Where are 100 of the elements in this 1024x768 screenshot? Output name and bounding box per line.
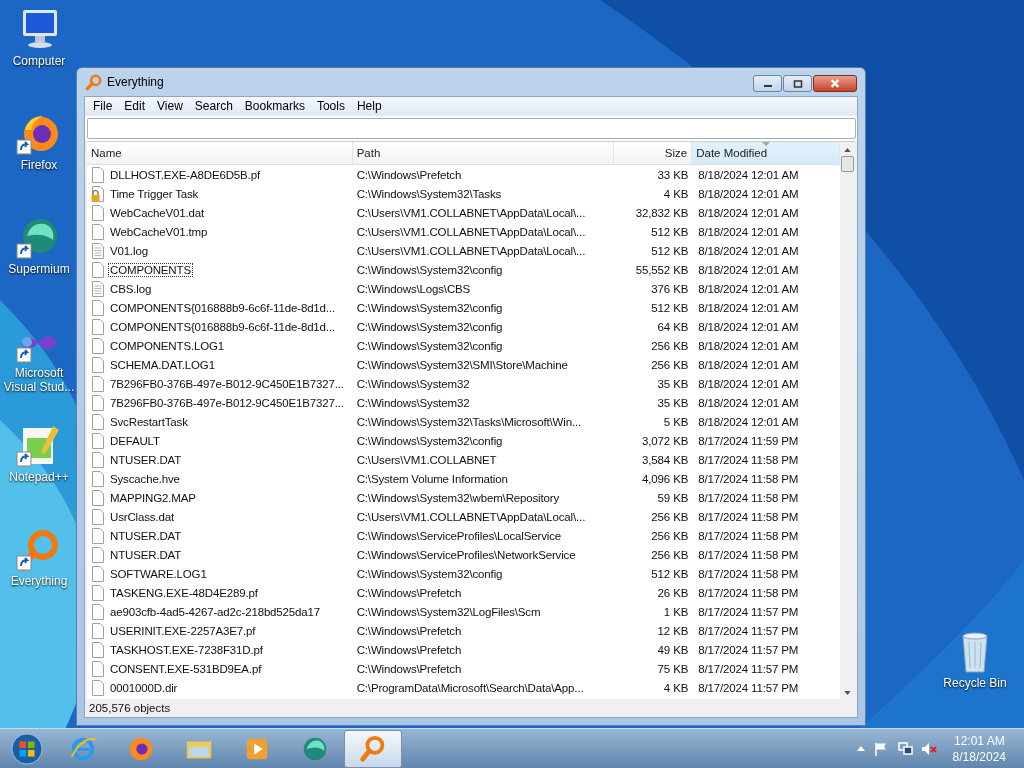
menu-item[interactable]: Search (188, 97, 239, 116)
file-path: C:\Windows\Prefetch (355, 586, 463, 599)
file-path: C:\Windows\System32\config (355, 567, 504, 580)
file-name[interactable]: COMPONENTS.LOG1 (108, 338, 227, 353)
file-name[interactable]: COMPONENTS{016888b9-6c6f-11de-8d1d... (108, 300, 337, 315)
file-icon (91, 489, 105, 506)
file-name[interactable]: CONSENT.EXE-531BD9EA.pf (108, 661, 264, 676)
file-name[interactable]: 7B296FB0-376B-497e-B012-9C450E1B7327... (108, 395, 346, 410)
file-icon (91, 356, 105, 373)
file-icon (91, 679, 105, 696)
file-name[interactable]: NTUSER.DAT (108, 452, 184, 467)
file-icon (91, 527, 105, 544)
file-size: 32,832 KB (634, 206, 690, 219)
date-modified: 8/18/2024 12:01 AM (697, 320, 800, 333)
date-modified: 8/17/2024 11:57 PM (697, 643, 800, 656)
file-icon (91, 223, 105, 240)
date-modified: 8/18/2024 12:01 AM (697, 396, 800, 409)
menu-item[interactable]: Bookmarks (238, 97, 311, 116)
file-icon (91, 603, 105, 620)
menu-item[interactable]: Help (350, 97, 388, 116)
file-icon (91, 394, 105, 411)
column-header[interactable]: Path (352, 142, 615, 164)
file-name[interactable]: WebCacheV01.dat (108, 205, 207, 220)
file-name[interactable]: NTUSER.DAT (108, 547, 184, 562)
date-modified: 8/18/2024 12:01 AM (697, 377, 800, 390)
desktop-icon-label[interactable]: Firefox (1, 158, 77, 172)
file-name[interactable]: COMPONENTS{016888b9-6c6f-11de-8d1d... (108, 319, 337, 334)
date-modified: 8/18/2024 12:01 AM (697, 187, 800, 200)
flag-icon[interactable] (872, 740, 889, 757)
file-name[interactable]: NTUSER.DAT (108, 528, 184, 543)
file-path: C:\Windows\System32\Tasks\Microsoft\Win... (355, 415, 583, 428)
clock-time: 12:01 AM (953, 732, 1005, 749)
file-size: 5 KB (662, 415, 690, 428)
date-modified: 8/17/2024 11:58 PM (697, 529, 800, 542)
file-path: C:\Windows\System32\config (355, 339, 504, 352)
network-icon[interactable] (896, 740, 913, 757)
file-name[interactable]: SCHEMA.DAT.LOG1 (108, 357, 217, 372)
file-size: 4 KB (662, 681, 690, 694)
date-modified: 8/17/2024 11:58 PM (697, 567, 800, 580)
date-modified: 8/18/2024 12:01 AM (697, 168, 800, 181)
minimize-button[interactable] (753, 75, 782, 92)
file-size: 26 KB (656, 586, 690, 599)
column-header[interactable]: Date Modified (692, 142, 840, 164)
menu-item[interactable]: File (87, 97, 119, 116)
date-modified: 8/18/2024 12:01 AM (697, 263, 800, 276)
file-icon (91, 565, 105, 582)
file-name[interactable]: ae903cfb-4ad5-4267-ad2c-218bd525da17 (108, 604, 323, 619)
date-modified: 8/17/2024 11:57 PM (697, 681, 800, 694)
show-hidden-icons-icon[interactable] (856, 746, 865, 751)
everything-taskbar-button[interactable] (344, 729, 402, 768)
file-size: 256 KB (650, 548, 690, 561)
file-name[interactable]: TASKHOST.EXE-7238F31D.pf (108, 642, 265, 657)
desktop-icon-label[interactable]: Supermium (1, 262, 77, 276)
file-size: 35 KB (656, 396, 690, 409)
date-modified: 8/17/2024 11:59 PM (697, 434, 800, 447)
file-size: 64 KB (656, 320, 690, 333)
scrollbar[interactable] (840, 142, 855, 699)
clock-date: 8/18/2024 (952, 748, 1006, 765)
file-name[interactable]: MAPPING2.MAP (108, 490, 198, 505)
date-modified: 8/17/2024 11:58 PM (697, 491, 800, 504)
scroll-thumb[interactable] (841, 156, 854, 172)
file-name[interactable]: UsrClass.dat (108, 509, 177, 524)
menu-item[interactable]: Edit (118, 97, 152, 116)
desktop-icon-label[interactable]: Recycle Bin (937, 676, 1013, 690)
file-name[interactable]: DLLHOST.EXE-A8DE6D5B.pf (108, 167, 262, 182)
maximize-button[interactable] (783, 75, 812, 92)
search-field[interactable] (87, 118, 856, 139)
file-size: 256 KB (650, 529, 690, 542)
file-name[interactable]: 7B296FB0-376B-497e-B012-9C450E1B7327... (108, 376, 346, 391)
file-name[interactable]: Time Trigger Task (108, 186, 201, 201)
file-name[interactable]: TASKENG.EXE-48D4E289.pf (108, 585, 260, 600)
file-path: C:\Windows\ServiceProfiles\NetworkService (355, 548, 577, 561)
file-size: 256 KB (650, 339, 690, 352)
file-path: C:\Users\VM1.COLLABNET\AppData\Local\... (355, 510, 587, 523)
file-name[interactable]: SvcRestartTask (108, 414, 190, 429)
menu-item[interactable]: Tools (310, 97, 351, 116)
file-name[interactable]: COMPONENTS (108, 262, 193, 277)
file-size: 75 KB (656, 662, 690, 675)
file-name[interactable]: 0001000D.dir (108, 680, 180, 695)
file-size: 59 KB (656, 491, 690, 504)
file-path: C:\Users\VM1.COLLABNET\AppData\Local\... (355, 206, 587, 219)
file-path: C:\Windows\ServiceProfiles\LocalService (355, 529, 563, 542)
file-icon (91, 432, 105, 449)
file-size: 49 KB (656, 643, 690, 656)
file-name[interactable]: V01.log (108, 243, 150, 258)
column-header[interactable]: Name (87, 142, 353, 164)
file-icon (91, 451, 105, 468)
file-name[interactable]: USERINIT.EXE-2257A3E7.pf (108, 623, 258, 638)
file-name[interactable]: WebCacheV01.tmp (108, 224, 210, 239)
file-name[interactable]: DEFAULT (108, 433, 162, 448)
file-icon (91, 584, 105, 601)
file-name[interactable]: SOFTWARE.LOG1 (108, 566, 209, 581)
file-name[interactable]: Syscache.hve (108, 471, 182, 486)
date-modified: 8/17/2024 11:58 PM (697, 453, 800, 466)
file-name[interactable]: CBS.log (108, 281, 154, 296)
date-modified: 8/18/2024 12:01 AM (697, 282, 800, 295)
desktop-icon-label[interactable]: Computer (1, 54, 77, 68)
menu-item[interactable]: View (151, 97, 189, 116)
date-modified: 8/18/2024 12:01 AM (697, 301, 800, 314)
close-button[interactable] (813, 75, 857, 92)
